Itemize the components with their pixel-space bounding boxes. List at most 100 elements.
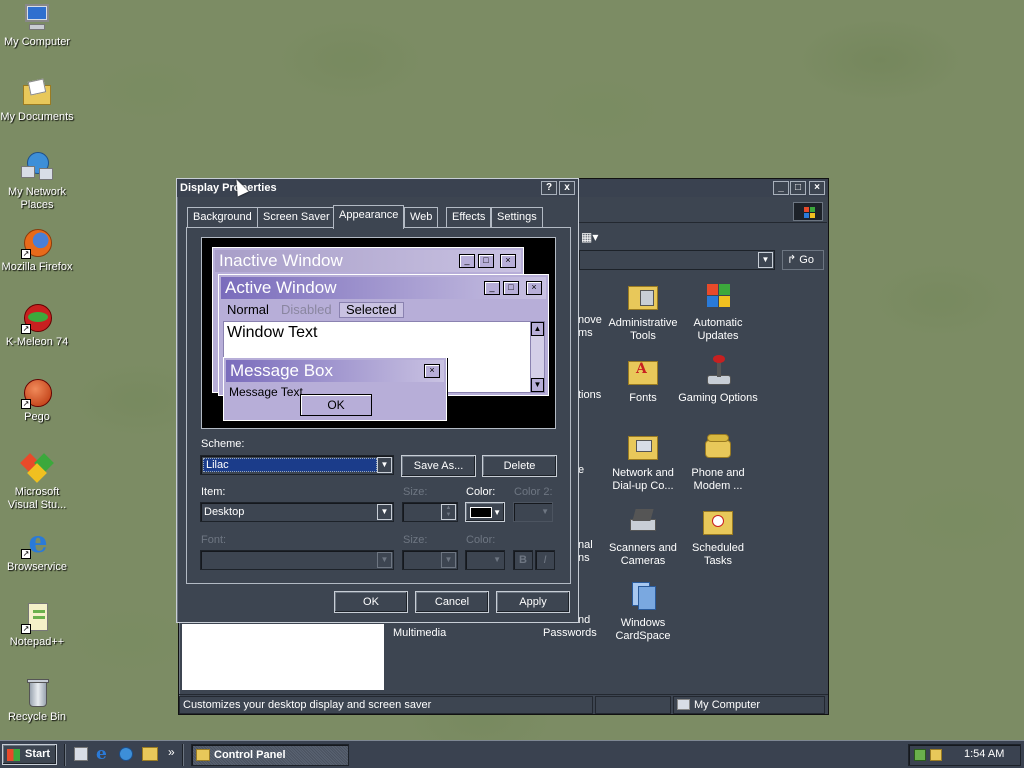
ok-button[interactable]: OK — [334, 591, 408, 613]
desktop-icon-mozilla-firefox[interactable]: ↗ Mozilla Firefox — [0, 227, 74, 274]
go-label: Go — [799, 254, 814, 266]
network-connections-icon — [626, 430, 660, 464]
minimize-button[interactable]: _ — [773, 181, 789, 195]
network-icon — [21, 152, 53, 184]
desktop-icon-recycle-bin[interactable]: Recycle Bin — [0, 677, 74, 724]
cp-icon-network-dialup[interactable]: Network and Dial-up Co... — [603, 430, 683, 493]
recycle-bin-icon — [21, 677, 53, 709]
tab-screen-saver[interactable]: Screen Saver — [257, 207, 336, 227]
windows-logo-icon — [7, 749, 20, 761]
apply-button[interactable]: Apply — [496, 591, 570, 613]
explorer-icon[interactable] — [142, 747, 158, 761]
folder-icon — [21, 77, 53, 109]
scheme-dropdown-arrow-icon[interactable]: ▼ — [377, 457, 392, 473]
preview-msgbox-text: Message Text — [229, 385, 303, 399]
save-as-button[interactable]: Save As... — [401, 455, 476, 477]
desktop-icon-label: K-Meleon 74 — [5, 336, 69, 348]
font-label: Font: — [201, 534, 227, 546]
chevron-down-icon: ▼ — [441, 552, 456, 568]
preview-close-icon: × — [424, 364, 440, 378]
internet-explorer-icon: e ↗ — [21, 525, 48, 560]
desktop-icon-visual-studio[interactable]: Microsoft Visual Stu... — [0, 452, 74, 512]
taskbar-separator — [182, 744, 184, 766]
show-desktop-icon[interactable] — [74, 747, 88, 761]
cancel-button[interactable]: Cancel — [415, 591, 489, 613]
desktop-icon-my-computer[interactable]: My Computer — [0, 2, 74, 49]
tab-web[interactable]: Web — [404, 207, 439, 227]
tab-appearance[interactable]: Appearance — [333, 205, 405, 229]
close-button[interactable]: × — [809, 181, 825, 195]
go-button[interactable]: ↱ Go — [782, 250, 824, 270]
cp-icon-administrative-tools[interactable]: Administrative Tools — [603, 280, 683, 343]
left-info-pane — [182, 624, 384, 690]
notepad-icon: ↗ — [21, 602, 53, 634]
windows-logo-icon — [793, 202, 823, 221]
desktop-icon-label: Microsoft Visual Stu... — [7, 486, 67, 511]
cp-icon-windows-cardspace[interactable]: Windows CardSpace — [603, 580, 683, 643]
preview-msgbox-title: Message Box — [226, 360, 444, 382]
task-control-panel[interactable]: Control Panel — [191, 744, 349, 766]
fonts-folder-icon: A — [626, 355, 660, 389]
cp-icon-gaming-options[interactable]: Gaming Options — [678, 355, 758, 405]
network-status-icon[interactable] — [914, 749, 926, 761]
desktop-icon-my-documents[interactable]: My Documents — [0, 77, 74, 124]
status-bar: Customizes your desktop display and scre… — [179, 694, 828, 714]
tab-settings[interactable]: Settings — [491, 207, 543, 227]
delete-button[interactable]: Delete — [482, 455, 557, 477]
font-color-button: ▼ — [465, 550, 505, 570]
quick-launch-overflow[interactable]: » — [168, 745, 175, 759]
taskbar-separator — [64, 744, 66, 766]
help-button[interactable]: ? — [541, 181, 557, 195]
cp-icon-scheduled-tasks[interactable]: Scheduled Tasks — [678, 505, 758, 568]
desktop-icon-notepad-plus-plus[interactable]: ↗ Notepad++ — [0, 602, 74, 649]
maximize-button[interactable]: □ — [790, 181, 806, 195]
phone-icon — [701, 430, 735, 464]
cp-icon-label: Scanners and Cameras — [609, 542, 677, 567]
item-value: Desktop — [204, 506, 245, 518]
size-label: Size: — [403, 486, 428, 498]
views-icon[interactable]: ▦▾ — [581, 230, 598, 244]
desktop-icon-label: Recycle Bin — [7, 711, 67, 723]
cp-icon-phone-modem[interactable]: Phone and Modem ... — [678, 430, 758, 493]
desktop-icon-pego[interactable]: ↗ Pego — [0, 377, 74, 424]
cp-icon-label: Phone and Modem ... — [691, 467, 745, 492]
cp-icon-automatic-updates[interactable]: Automatic Updates — [678, 280, 758, 343]
internet-explorer-icon[interactable]: e — [96, 744, 107, 764]
desktop-icon-browservice[interactable]: e ↗ Browservice — [0, 527, 74, 574]
shortcut-arrow-icon: ↗ — [21, 324, 31, 334]
preview-menu-disabled: Disabled — [281, 302, 332, 317]
cp-icon-scanners-cameras[interactable]: Scanners and Cameras — [603, 505, 683, 568]
item-select[interactable]: Desktop ▼ — [200, 502, 394, 522]
scheme-label: Scheme: — [201, 438, 245, 450]
pego-icon: ↗ — [21, 377, 53, 409]
outlook-icon[interactable] — [119, 747, 133, 761]
item-color-button[interactable]: ▼ — [465, 502, 505, 522]
start-button[interactable]: Start — [2, 744, 57, 765]
administrative-tools-icon — [626, 280, 660, 314]
item-label: Item: — [201, 486, 226, 498]
cardspace-icon — [626, 580, 660, 614]
cp-icon-fonts[interactable]: A Fonts — [603, 355, 683, 405]
tab-background[interactable]: Background — [187, 207, 258, 227]
scheme-select[interactable]: Lilac ▼ — [200, 455, 394, 475]
preview-minimize-icon: _ — [484, 281, 500, 295]
windows-update-icon — [701, 280, 735, 314]
tab-effects[interactable]: Effects — [446, 207, 492, 227]
cp-icon-label: Fonts — [629, 392, 657, 404]
cp-partial-label: nove ms — [578, 314, 602, 339]
control-panel-icon — [196, 749, 210, 761]
font-color-label: Color: — [466, 534, 496, 546]
tray-app-icon[interactable] — [930, 749, 942, 761]
cp-icon-label: Gaming Options — [678, 392, 758, 404]
address-input[interactable]: ▼ — [579, 250, 775, 270]
clock[interactable]: 1:54 AM — [964, 748, 1004, 760]
address-dropdown-arrow[interactable]: ▼ — [758, 252, 773, 268]
item-dropdown-arrow-icon[interactable]: ▼ — [377, 504, 392, 520]
desktop-icon-k-meleon[interactable]: ↗ K-Meleon 74 — [0, 302, 74, 349]
close-button[interactable]: x — [559, 181, 575, 195]
preview-ok-button: OK — [300, 394, 372, 416]
cp-icon-label: Network and Dial-up Co... — [612, 467, 674, 492]
computer-icon — [21, 2, 53, 34]
desktop-icon-my-network-places[interactable]: My Network Places — [0, 152, 74, 212]
status-zone: My Computer — [673, 696, 825, 714]
